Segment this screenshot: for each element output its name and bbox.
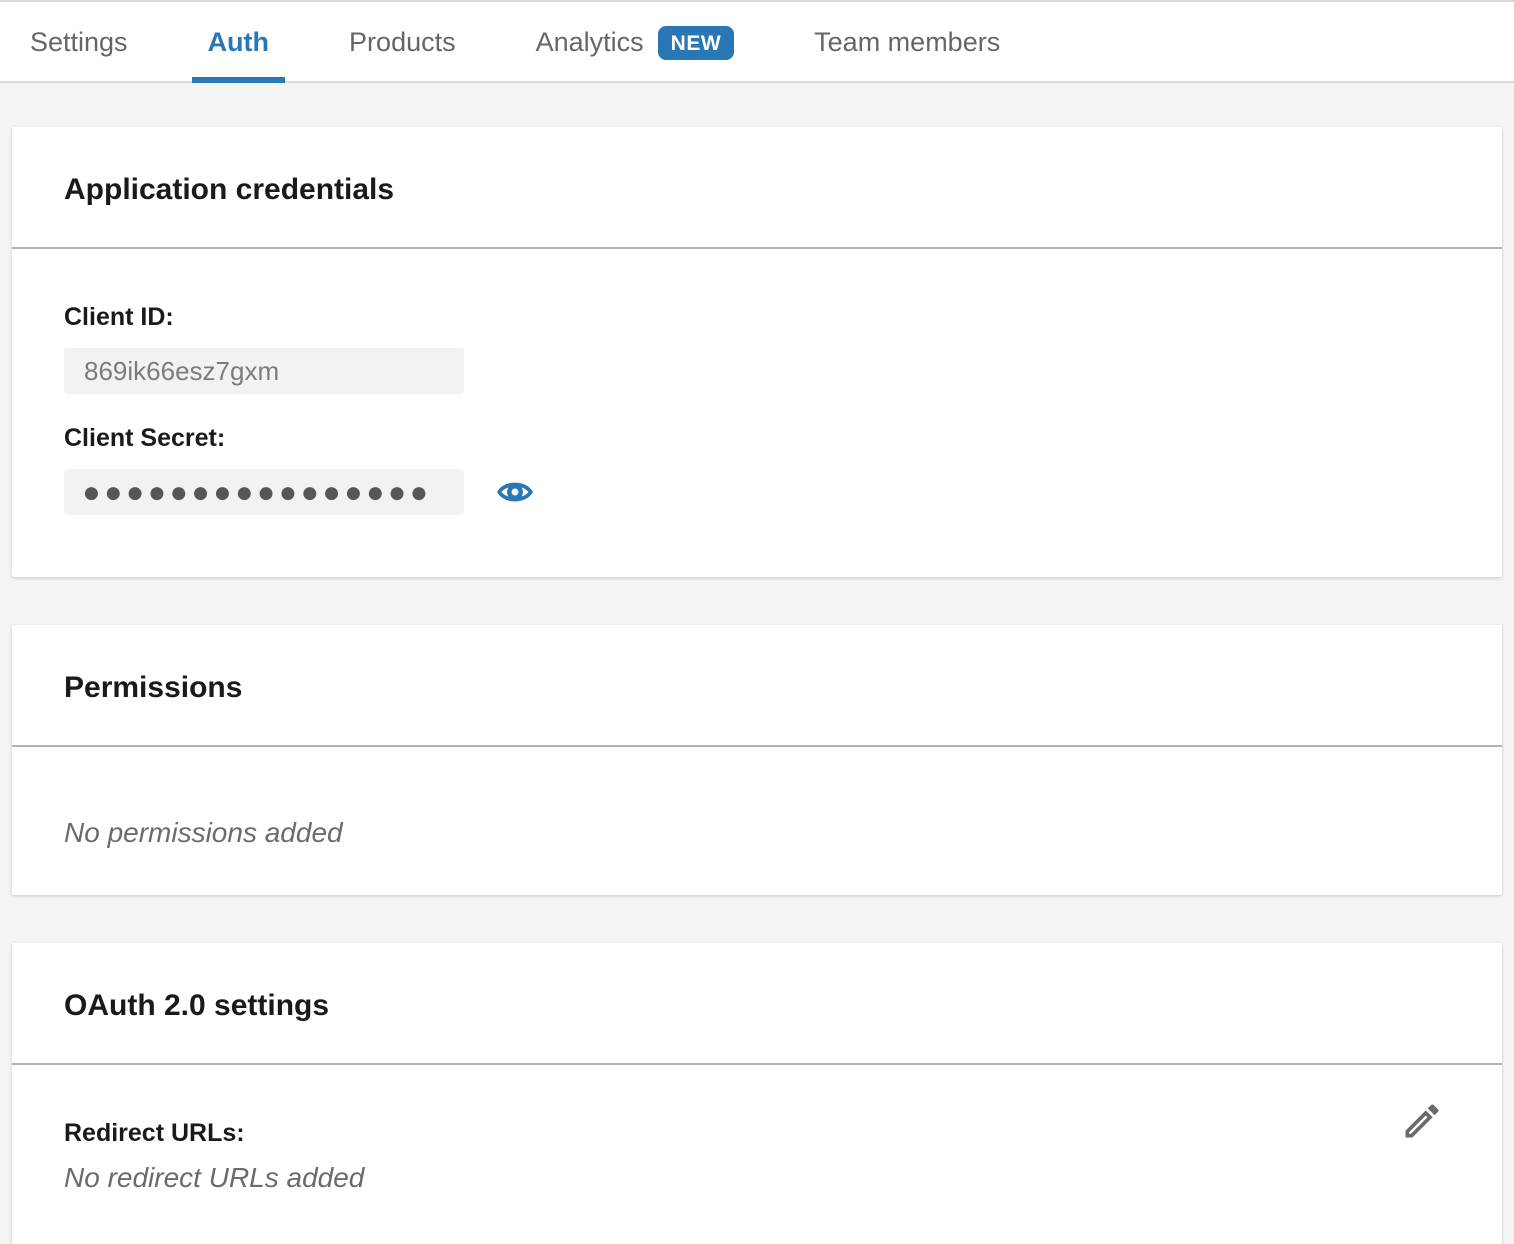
client-secret-value[interactable]: ●●●●●●●●●●●●●●●● <box>64 469 464 515</box>
main-content: Application credentials Client ID: 869ik… <box>0 83 1514 1244</box>
edit-redirect-urls-button[interactable] <box>1400 1099 1444 1143</box>
tab-auth[interactable]: Auth <box>192 2 285 83</box>
tab-auth-label: Auth <box>208 27 269 58</box>
oauth-settings-header: OAuth 2.0 settings <box>12 943 1502 1065</box>
application-credentials-title: Application credentials <box>64 173 1450 207</box>
tab-products-label: Products <box>349 27 456 58</box>
permissions-title: Permissions <box>64 671 1450 705</box>
tab-bar: Settings Auth Products Analytics NEW Tea… <box>0 0 1514 83</box>
client-secret-label: Client Secret: <box>64 424 1450 453</box>
oauth-settings-title: OAuth 2.0 settings <box>64 989 1450 1023</box>
reveal-secret-button[interactable] <box>496 474 534 510</box>
eye-icon <box>496 474 534 510</box>
tab-analytics[interactable]: Analytics NEW <box>520 2 751 83</box>
tab-team-members[interactable]: Team members <box>798 2 1016 83</box>
pencil-icon <box>1400 1099 1444 1143</box>
permissions-body: No permissions added <box>12 747 1502 895</box>
client-id-label: Client ID: <box>64 303 1450 332</box>
tab-analytics-label: Analytics <box>536 27 644 58</box>
tab-team-members-label: Team members <box>814 27 1000 58</box>
client-secret-row: ●●●●●●●●●●●●●●●● <box>64 469 1450 515</box>
tab-settings-label: Settings <box>30 27 128 58</box>
no-redirect-urls-message: No redirect URLs added <box>64 1162 1450 1194</box>
new-badge: NEW <box>658 26 735 60</box>
tab-settings[interactable]: Settings <box>14 2 144 83</box>
tab-products[interactable]: Products <box>333 2 472 83</box>
oauth-settings-body: Redirect URLs: No redirect URLs added <box>12 1065 1502 1244</box>
no-permissions-message: No permissions added <box>64 817 1450 849</box>
application-credentials-header: Application credentials <box>12 127 1502 249</box>
client-id-value[interactable]: 869ik66esz7gxm <box>64 348 464 394</box>
client-id-text: 869ik66esz7gxm <box>84 356 279 387</box>
permissions-card: Permissions No permissions added <box>12 625 1502 895</box>
oauth-settings-card: OAuth 2.0 settings Redirect URLs: No red… <box>12 943 1502 1244</box>
application-credentials-card: Application credentials Client ID: 869ik… <box>12 127 1502 577</box>
application-credentials-body: Client ID: 869ik66esz7gxm Client Secret:… <box>12 249 1502 577</box>
redirect-urls-label: Redirect URLs: <box>64 1119 1450 1148</box>
permissions-header: Permissions <box>12 625 1502 747</box>
client-secret-masked-text: ●●●●●●●●●●●●●●●● <box>84 481 433 503</box>
